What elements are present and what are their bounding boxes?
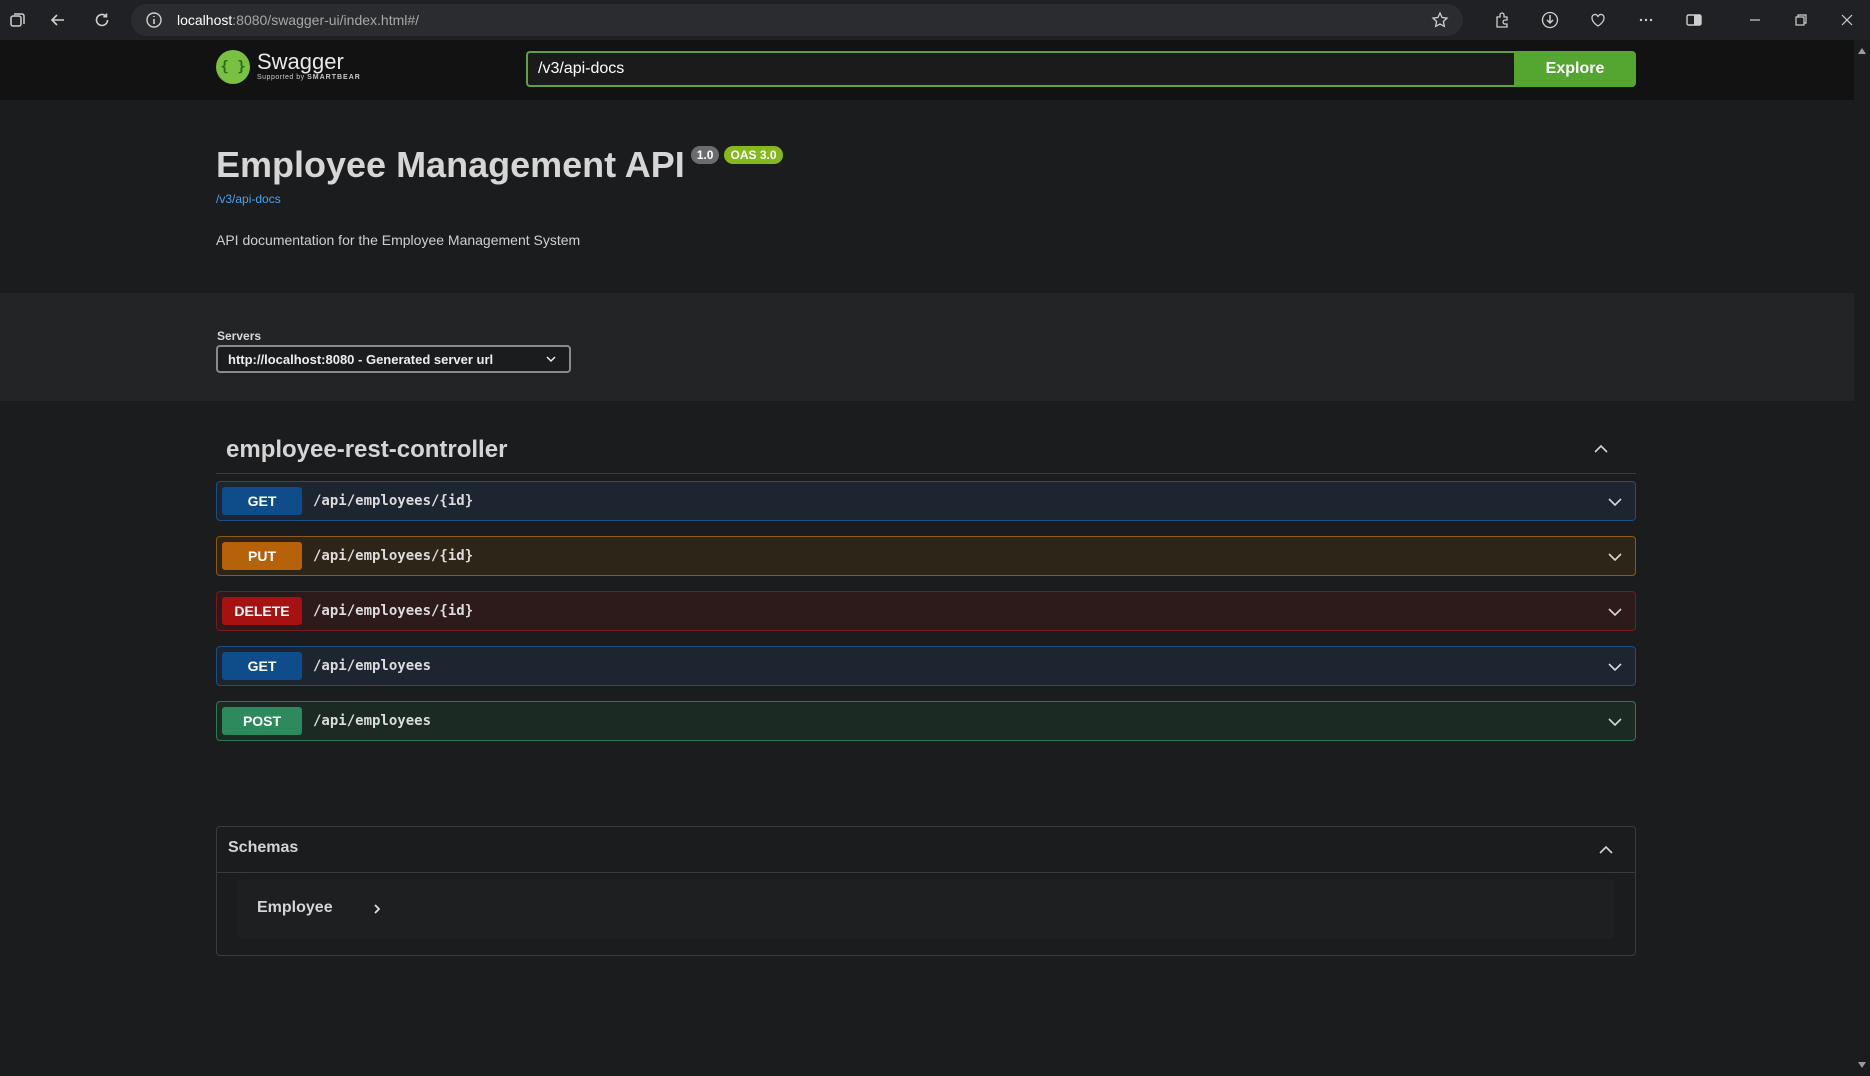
operation-path: /api/employees/{id}: [313, 548, 474, 564]
logo-subtitle: Supported by SMARTBEAR: [257, 74, 361, 81]
close-icon[interactable]: [1824, 0, 1870, 40]
chevron-up-icon[interactable]: [1597, 841, 1615, 859]
downloads-icon[interactable]: [1528, 2, 1572, 38]
schemas-section: Schemas Employee: [216, 826, 1636, 956]
favorite-star-icon[interactable]: [1431, 11, 1449, 29]
operation-delete-row[interactable]: DELETE/api/employees/{id}: [216, 591, 1636, 631]
operation-get-row[interactable]: GET/api/employees/{id}: [216, 481, 1636, 521]
explore-button[interactable]: Explore: [1514, 51, 1636, 87]
operation-path: /api/employees/{id}: [313, 603, 474, 619]
swagger-logo[interactable]: { } Swagger Supported by SMARTBEAR: [216, 50, 361, 84]
chevron-down-icon[interactable]: [1607, 494, 1623, 510]
version-badge: 1.0: [690, 146, 720, 164]
chevron-down-icon[interactable]: [1607, 714, 1623, 730]
operation-path: /api/employees: [313, 713, 432, 729]
tag-header-employee-rest-controller[interactable]: employee-rest-controller: [216, 422, 1636, 474]
servers-label: Servers: [217, 329, 262, 343]
api-title-text: Employee Management API: [216, 144, 685, 185]
model-name: Employee: [257, 899, 333, 916]
split-screen-icon[interactable]: [1672, 2, 1716, 38]
model-employee[interactable]: Employee: [237, 879, 1615, 939]
chevron-down-icon[interactable]: [1607, 604, 1623, 620]
operation-path: /api/employees/{id}: [313, 493, 474, 509]
back-icon[interactable]: [40, 2, 76, 38]
reload-icon[interactable]: [84, 2, 120, 38]
browser-toolbar: localhost:8080/swagger-ui/index.html#/: [0, 0, 1870, 40]
schemas-title: Schemas: [228, 839, 299, 856]
spec-url-input[interactable]: [526, 51, 1514, 87]
api-title: Employee Management API 1.0 OAS 3.0: [216, 144, 783, 186]
api-info: Employee Management API 1.0 OAS 3.0 /v3/…: [216, 144, 783, 248]
schemas-header[interactable]: Schemas: [217, 827, 1635, 873]
operation-get-row[interactable]: GET/api/employees: [216, 646, 1636, 686]
scroll-down-arrow-icon[interactable]: [1858, 1062, 1866, 1068]
spec-link[interactable]: /v3/api-docs: [216, 192, 783, 206]
info-icon[interactable]: [145, 11, 163, 29]
chevron-right-icon[interactable]: [371, 903, 383, 915]
scroll-up-arrow-icon[interactable]: [1858, 48, 1866, 54]
tab-actions-icon[interactable]: [0, 2, 36, 38]
swagger-logo-icon: { }: [216, 50, 250, 84]
swagger-page: { } Swagger Supported by SMARTBEAR Explo…: [0, 40, 1854, 1076]
extensions-icon[interactable]: [1480, 2, 1524, 38]
more-icon[interactable]: [1624, 2, 1668, 38]
method-badge: POST: [222, 707, 302, 735]
browser-essentials-icon[interactable]: [1576, 2, 1620, 38]
servers-section: Servers http://localhost:8080 - Generate…: [0, 293, 1854, 401]
oas-badge: OAS 3.0: [724, 146, 783, 164]
swagger-topbar: { } Swagger Supported by SMARTBEAR Explo…: [0, 40, 1854, 100]
tag-title: employee-rest-controller: [226, 436, 508, 463]
scrollbar[interactable]: [1854, 40, 1870, 1076]
operation-path: /api/employees: [313, 658, 432, 674]
chevron-down-icon[interactable]: [1607, 549, 1623, 565]
url-path: :8080/swagger-ui/index.html#/: [232, 12, 420, 28]
servers-select[interactable]: http://localhost:8080 - Generated server…: [216, 345, 571, 373]
logo-title: Swagger: [257, 49, 344, 74]
method-badge: PUT: [222, 542, 302, 570]
chevron-up-icon[interactable]: [1592, 440, 1610, 458]
method-badge: DELETE: [222, 597, 302, 625]
address-bar[interactable]: localhost:8080/swagger-ui/index.html#/: [131, 4, 1463, 36]
method-badge: GET: [222, 652, 302, 680]
chevron-down-icon[interactable]: [1607, 659, 1623, 675]
chevron-down-icon: [546, 356, 556, 363]
api-description: API documentation for the Employee Manag…: [216, 232, 581, 248]
method-badge: GET: [222, 487, 302, 515]
operation-put-row[interactable]: PUT/api/employees/{id}: [216, 536, 1636, 576]
restore-icon[interactable]: [1778, 0, 1824, 40]
url-host: localhost: [177, 12, 233, 28]
operation-post-row[interactable]: POST/api/employees: [216, 701, 1636, 741]
minimize-icon[interactable]: [1732, 0, 1778, 40]
servers-selected-value: http://localhost:8080 - Generated server…: [228, 351, 494, 367]
